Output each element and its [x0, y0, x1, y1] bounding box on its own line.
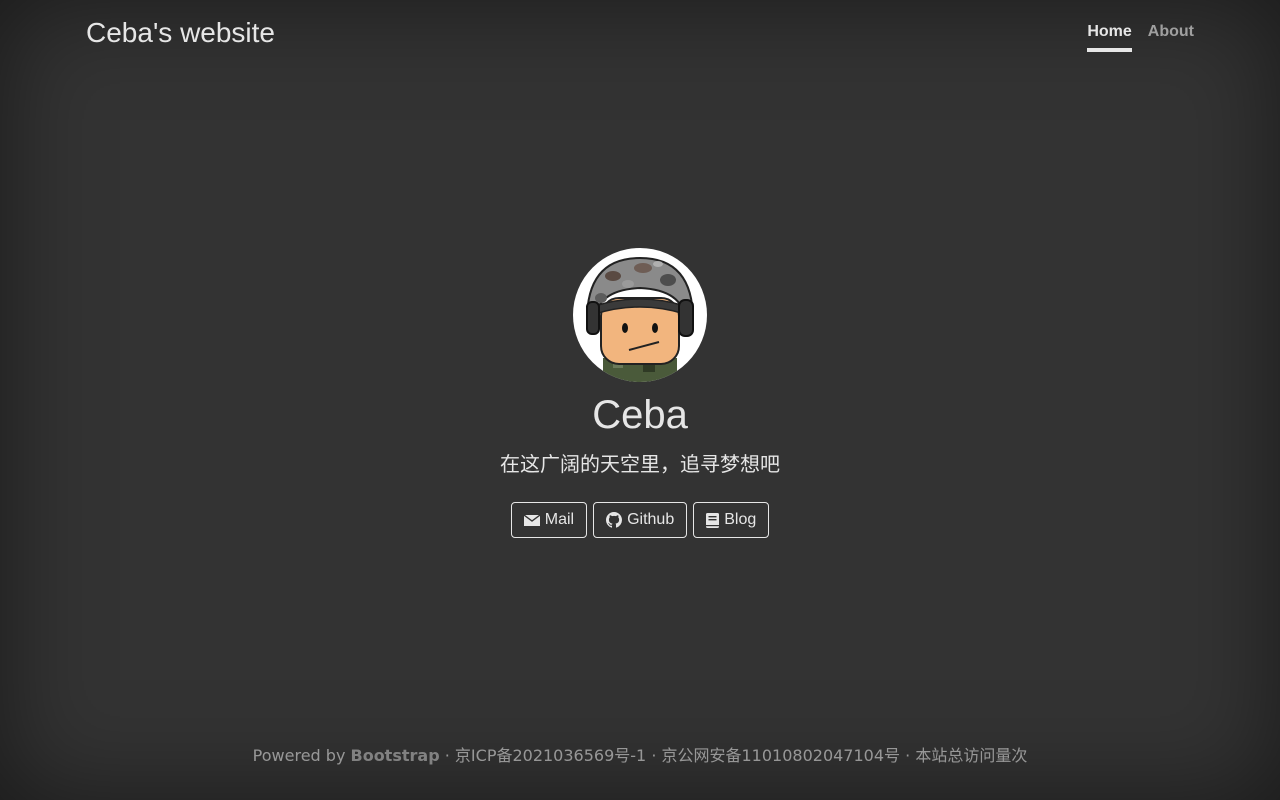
- github-button[interactable]: Github: [593, 502, 688, 538]
- main-nav: Home About: [1087, 20, 1194, 52]
- footer: Powered by Bootstrap · 京ICP备2021036569号-…: [0, 742, 1280, 766]
- footer-separator: ·: [444, 746, 450, 765]
- visit-counter: 本站总访问量次: [915, 746, 1028, 765]
- powered-by-text: Powered by: [252, 746, 346, 765]
- masthead: Ceba's website Home About: [86, 0, 1194, 60]
- nav-about[interactable]: About: [1148, 20, 1194, 52]
- nav-home[interactable]: Home: [1087, 20, 1132, 52]
- github-button-label: Github: [627, 511, 675, 528]
- blog-button-label: Blog: [724, 511, 757, 528]
- mail-button[interactable]: Mail: [510, 502, 588, 538]
- site-brand[interactable]: Ceba's website: [86, 15, 275, 51]
- bootstrap-link[interactable]: Bootstrap: [351, 746, 440, 765]
- police-record-link[interactable]: 京公网安备11010802047104号: [662, 746, 901, 765]
- book-icon: [706, 512, 720, 528]
- icp-link[interactable]: 京ICP备2021036569号-1: [455, 746, 646, 765]
- footer-separator: ·: [905, 746, 911, 765]
- footer-separator: ·: [651, 746, 657, 765]
- envelope-icon: [523, 513, 540, 527]
- social-links: Mail Github Blog: [0, 502, 1280, 538]
- profile-motto: 在这广阔的天空里，追寻梦想吧: [500, 452, 780, 476]
- github-icon: [606, 512, 623, 528]
- profile-name: Ceba: [592, 393, 688, 437]
- mail-button-label: Mail: [544, 511, 575, 528]
- cover: Ceba 在这广阔的天空里，追寻梦想吧 Mail Github Blog: [0, 248, 1280, 538]
- blog-button[interactable]: Blog: [693, 502, 770, 538]
- soldier-avatar-icon: [573, 248, 707, 382]
